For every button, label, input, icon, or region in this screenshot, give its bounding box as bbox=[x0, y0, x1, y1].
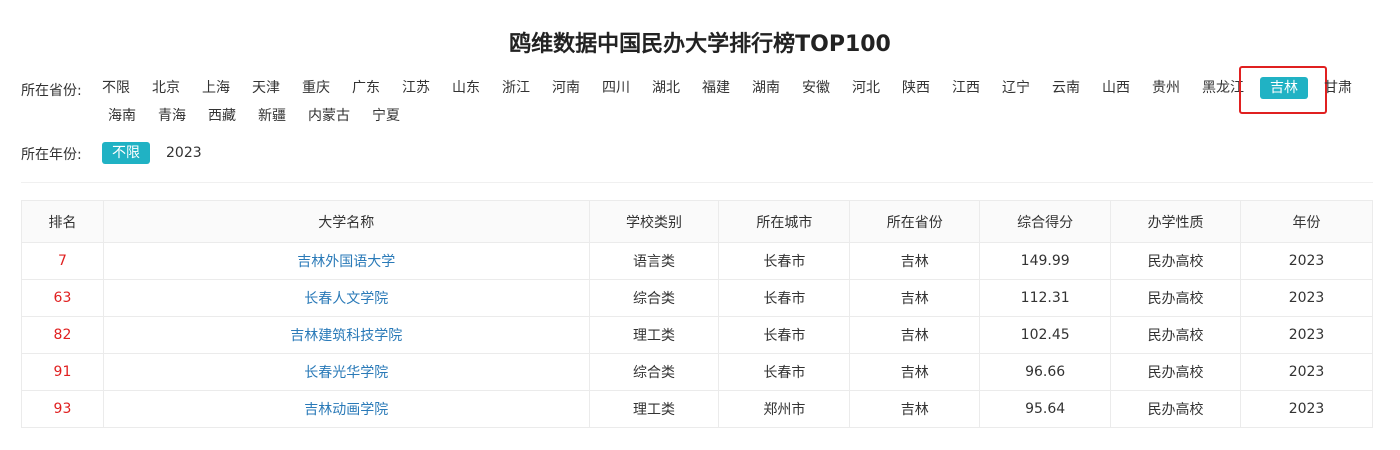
table-cell: 综合类 bbox=[588, 353, 720, 391]
column-header: 大学名称 bbox=[102, 200, 590, 243]
table-cell: 2023 bbox=[1240, 242, 1373, 280]
province-option[interactable]: 内蒙古 bbox=[302, 105, 356, 127]
province-option[interactable]: 贵州 bbox=[1146, 77, 1186, 99]
table-cell: 郑州市 bbox=[718, 390, 851, 428]
province-option[interactable]: 陕西 bbox=[896, 77, 936, 99]
table-cell: 综合类 bbox=[588, 279, 720, 317]
province-option[interactable]: 四川 bbox=[596, 77, 636, 99]
province-option[interactable]: 云南 bbox=[1046, 77, 1086, 99]
year-filter-list: 不限 2023 bbox=[102, 142, 1374, 164]
table-cell: 民办高校 bbox=[1110, 390, 1242, 428]
rank-cell: 91 bbox=[21, 353, 104, 391]
table-header-row: 排名 大学名称 学校类别 所在城市 所在省份 综合得分 办学性质 年份 bbox=[21, 200, 1373, 243]
table-cell: 吉林 bbox=[849, 316, 981, 354]
university-name-link[interactable]: 长春人文学院 bbox=[102, 279, 590, 317]
table-cell: 102.45 bbox=[979, 316, 1112, 354]
rank-cell: 7 bbox=[21, 242, 104, 280]
province-option[interactable]: 江苏 bbox=[396, 77, 436, 99]
province-option[interactable]: 山东 bbox=[446, 77, 486, 99]
table-cell: 理工类 bbox=[588, 390, 720, 428]
province-option[interactable]: 宁夏 bbox=[366, 105, 406, 127]
table-cell: 149.99 bbox=[979, 242, 1112, 280]
column-header: 综合得分 bbox=[979, 200, 1112, 243]
province-option[interactable]: 海南 bbox=[102, 105, 142, 127]
table-cell: 民办高校 bbox=[1110, 316, 1242, 354]
table-row: 91 长春光华学院 综合类 长春市 吉林 96.66 民办高校 2023 bbox=[21, 353, 1373, 391]
column-header: 所在城市 bbox=[718, 200, 851, 243]
year-option[interactable]: 不限 bbox=[102, 142, 150, 164]
rank-cell: 93 bbox=[21, 390, 104, 428]
table-cell: 96.66 bbox=[979, 353, 1112, 391]
column-header: 排名 bbox=[21, 200, 104, 243]
table-cell: 吉林 bbox=[849, 353, 981, 391]
table-cell: 语言类 bbox=[588, 242, 720, 280]
university-name-link[interactable]: 长春光华学院 bbox=[102, 353, 590, 391]
ranking-table: 排名 大学名称 学校类别 所在城市 所在省份 综合得分 办学性质 年份 7 吉林外国语大学 语言类… bbox=[21, 200, 1373, 428]
table-row: 82 吉林建筑科技学院 理工类 长春市 吉林 102.45 民办高校 2023 bbox=[21, 316, 1373, 354]
province-option[interactable]: 福建 bbox=[696, 77, 736, 99]
province-option[interactable]: 安徽 bbox=[796, 77, 836, 99]
province-option[interactable]: 上海 bbox=[196, 77, 236, 99]
province-option[interactable]: 辽宁 bbox=[996, 77, 1036, 99]
province-option[interactable]: 北京 bbox=[146, 77, 186, 99]
column-header: 学校类别 bbox=[588, 200, 720, 243]
table-cell: 长春市 bbox=[718, 353, 851, 391]
province-option[interactable]: 不限 bbox=[102, 77, 136, 99]
table-cell: 吉林 bbox=[849, 242, 981, 280]
table-cell: 吉林 bbox=[849, 390, 981, 428]
table-cell: 2023 bbox=[1240, 316, 1373, 354]
divider bbox=[21, 182, 1373, 183]
table-cell: 2023 bbox=[1240, 279, 1373, 317]
province-filter-list: 不限 北京 上海 天津 重庆 广东 江苏 山东 浙江 河南 四川 湖北 福建 湖南 安徽 河北 陕西 江西 辽宁 云南… bbox=[102, 66, 1374, 127]
university-name-link[interactable]: 吉林动画学院 bbox=[102, 390, 590, 428]
province-option[interactable]: 吉林 bbox=[1239, 66, 1327, 114]
table-row: 63 长春人文学院 综合类 长春市 吉林 112.31 民办高校 2023 bbox=[21, 279, 1373, 317]
province-option[interactable]: 甘肃 bbox=[1318, 77, 1358, 99]
province-option[interactable]: 西藏 bbox=[202, 105, 242, 127]
province-option[interactable]: 山西 bbox=[1096, 77, 1136, 99]
province-option[interactable]: 河南 bbox=[546, 77, 586, 99]
table-cell: 民办高校 bbox=[1110, 279, 1242, 317]
province-filter-label: 所在省份: bbox=[21, 83, 82, 99]
table-row: 7 吉林外国语大学 语言类 长春市 吉林 149.99 民办高校 2023 bbox=[21, 242, 1373, 280]
province-option[interactable]: 新疆 bbox=[252, 105, 292, 127]
university-name-link[interactable]: 吉林建筑科技学院 bbox=[102, 316, 590, 354]
page-title: 鸥维数据中国民办大学排行榜TOP100 bbox=[509, 32, 891, 57]
column-header: 所在省份 bbox=[849, 200, 981, 243]
table-cell: 长春市 bbox=[718, 316, 851, 354]
province-option[interactable]: 湖北 bbox=[646, 77, 686, 99]
table-cell: 理工类 bbox=[588, 316, 720, 354]
table-cell: 吉林 bbox=[849, 279, 981, 317]
table-cell: 长春市 bbox=[718, 279, 851, 317]
rank-cell: 82 bbox=[21, 316, 104, 354]
rank-cell: 63 bbox=[21, 279, 104, 317]
table-cell: 民办高校 bbox=[1110, 242, 1242, 280]
province-option[interactable]: 湖南 bbox=[746, 77, 786, 99]
year-option[interactable]: 2023 bbox=[160, 142, 208, 164]
university-name-link[interactable]: 吉林外国语大学 bbox=[102, 242, 590, 280]
province-option[interactable]: 浙江 bbox=[496, 77, 536, 99]
province-option[interactable]: 天津 bbox=[246, 77, 286, 99]
year-filter-label: 所在年份: bbox=[21, 147, 82, 163]
table-cell: 95.64 bbox=[979, 390, 1112, 428]
column-header: 办学性质 bbox=[1110, 200, 1242, 243]
table-cell: 2023 bbox=[1240, 390, 1373, 428]
table-cell: 民办高校 bbox=[1110, 353, 1242, 391]
table-cell: 2023 bbox=[1240, 353, 1373, 391]
table-row: 93 吉林动画学院 理工类 郑州市 吉林 95.64 民办高校 2023 bbox=[21, 390, 1373, 428]
province-option[interactable]: 广东 bbox=[346, 77, 386, 99]
province-option[interactable]: 青海 bbox=[152, 105, 192, 127]
province-option[interactable]: 江西 bbox=[946, 77, 986, 99]
table-cell: 112.31 bbox=[979, 279, 1112, 317]
table-cell: 长春市 bbox=[718, 242, 851, 280]
province-option[interactable]: 河北 bbox=[846, 77, 886, 99]
province-option[interactable]: 重庆 bbox=[296, 77, 336, 99]
column-header: 年份 bbox=[1240, 200, 1373, 243]
